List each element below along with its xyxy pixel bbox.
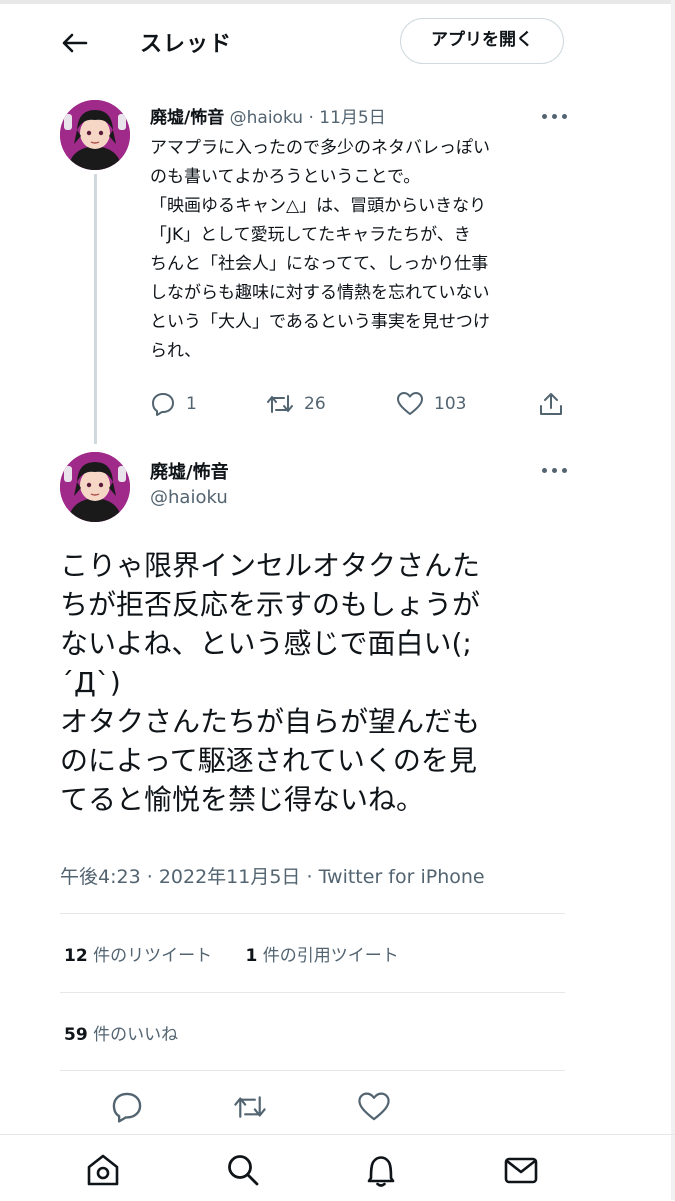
more-horizontal-icon — [542, 114, 547, 119]
likes-label: 件のいいね — [93, 1025, 179, 1045]
avatar[interactable] — [60, 452, 130, 522]
divider — [60, 913, 565, 914]
avatar-image — [60, 100, 130, 170]
tweet-source[interactable]: Twitter for iPhone — [319, 866, 485, 888]
retweet-button[interactable]: 26 — [266, 390, 326, 418]
nav-notifications[interactable] — [362, 1151, 400, 1189]
retweets-label: 件のリツイート — [93, 946, 213, 966]
retweets-count: 12 — [64, 946, 88, 966]
tweet-header: 廃墟/怖音 @haioku · 11月5日 — [150, 103, 386, 128]
retweet-count: 26 — [304, 394, 326, 414]
tweet-full-date[interactable]: 2022年11月5日 — [159, 866, 301, 888]
likes-count: 59 — [64, 1025, 88, 1045]
tweet-line: しながらも趣味に対する情熱を忘れていない — [150, 283, 490, 303]
retweet-icon — [234, 1096, 266, 1118]
tweet-line: ちんと「社会人」になってて、しっかり仕事 — [150, 254, 489, 274]
tweet-line: られ、 — [150, 341, 202, 361]
tweet-line: ´Д`) — [60, 666, 121, 699]
like-button[interactable]: 103 — [396, 390, 466, 418]
divider — [60, 992, 565, 993]
tweet-line: のも書いてよかろうということで。 — [150, 167, 421, 187]
like-button[interactable] — [357, 1090, 391, 1124]
bottom-nav — [0, 1134, 675, 1201]
heart-icon — [358, 1092, 390, 1121]
retweet-icon — [267, 395, 293, 413]
tweet-line: アマプラに入ったので多少のネタバレっぽい — [150, 138, 490, 158]
tweet-meta: 午後4:23 · 2022年11月5日 · Twitter for iPhone — [60, 862, 485, 889]
tweet-date[interactable]: 11月5日 — [319, 108, 385, 128]
retweets-stat[interactable]: 12 件のリツイート — [64, 946, 212, 966]
back-button[interactable] — [56, 28, 92, 58]
nav-search[interactable] — [224, 1151, 262, 1189]
meta-separator: · — [146, 866, 153, 888]
nav-messages[interactable] — [502, 1151, 540, 1189]
avatar[interactable] — [60, 100, 130, 170]
reply-button[interactable]: 1 — [150, 390, 197, 418]
notifications-icon — [367, 1156, 395, 1187]
handle[interactable]: @haioku — [150, 487, 228, 508]
tweet-text: アマプラに入ったので多少のネタバレっぽい のも書いてよかろうということで。 「映… — [150, 134, 570, 366]
tweet-line: てると愉悦を禁じ得ないね。 — [60, 783, 425, 816]
right-edge — [671, 0, 675, 1200]
reply-count: 1 — [186, 394, 197, 414]
handle[interactable]: @haioku — [230, 108, 303, 128]
thread-connector — [94, 174, 97, 444]
like-stats: 59 件のいいね — [64, 1020, 178, 1045]
separator: · — [308, 108, 314, 128]
tweet-line: ないよね、という感じで面白い(; — [60, 627, 472, 660]
quotes-label: 件の引用ツイート — [262, 946, 399, 966]
tweet-line: こりゃ限界インセルオタクさんた — [60, 549, 481, 582]
meta-separator: · — [306, 866, 313, 888]
tweet-line: のによって駆逐されていくのを見 — [60, 744, 477, 777]
avatar-image — [60, 452, 130, 522]
likes-stat[interactable]: 59 件のいいね — [64, 1025, 178, 1045]
home-icon — [87, 1154, 119, 1186]
display-name[interactable]: 廃墟/怖音 — [150, 108, 224, 128]
quotes-count: 1 — [245, 946, 258, 966]
open-app-button[interactable]: アプリを開く — [400, 18, 564, 64]
more-horizontal-icon — [542, 468, 547, 473]
tweet-line: ちが拒否反応を示すのもしょうが — [60, 588, 481, 621]
quotes-stat[interactable]: 1 件の引用ツイート — [245, 946, 398, 966]
divider — [60, 1070, 565, 1071]
tweet-time[interactable]: 午後4:23 — [60, 866, 141, 888]
tweet-line: 「映画ゆるキャン△」は、冒頭からいきなり — [150, 196, 487, 216]
reply-button[interactable] — [110, 1090, 144, 1124]
tweet-line: という「大人」であるという事実を見せつけ — [150, 312, 490, 332]
search-icon — [228, 1155, 259, 1186]
tweet-text: こりゃ限界インセルオタクさんた ちが拒否反応を示すのもしょうが ないよね、という… — [60, 546, 480, 819]
arrow-left-icon — [62, 33, 88, 53]
more-button[interactable] — [540, 463, 570, 477]
retweet-button[interactable] — [233, 1090, 267, 1124]
share-icon — [540, 393, 562, 415]
heart-icon — [397, 392, 423, 415]
tweet-line: 「JK」として愛玩してたキャラたちが、き — [150, 225, 471, 245]
tweet-line: オタクさんたちが自らが望んだも — [60, 705, 481, 738]
messages-icon — [504, 1157, 538, 1184]
reply-icon — [112, 1092, 142, 1123]
reply-icon — [152, 393, 174, 416]
retweet-stats: 12 件のリツイート 1 件の引用ツイート — [64, 941, 399, 966]
share-button[interactable] — [538, 390, 564, 418]
nav-home[interactable] — [84, 1151, 122, 1189]
more-button[interactable] — [540, 109, 570, 123]
page-title: スレッド — [140, 32, 233, 57]
like-count: 103 — [434, 394, 467, 414]
header: スレッド アプリを開く — [0, 0, 675, 88]
display-name[interactable]: 廃墟/怖音 — [150, 458, 229, 484]
